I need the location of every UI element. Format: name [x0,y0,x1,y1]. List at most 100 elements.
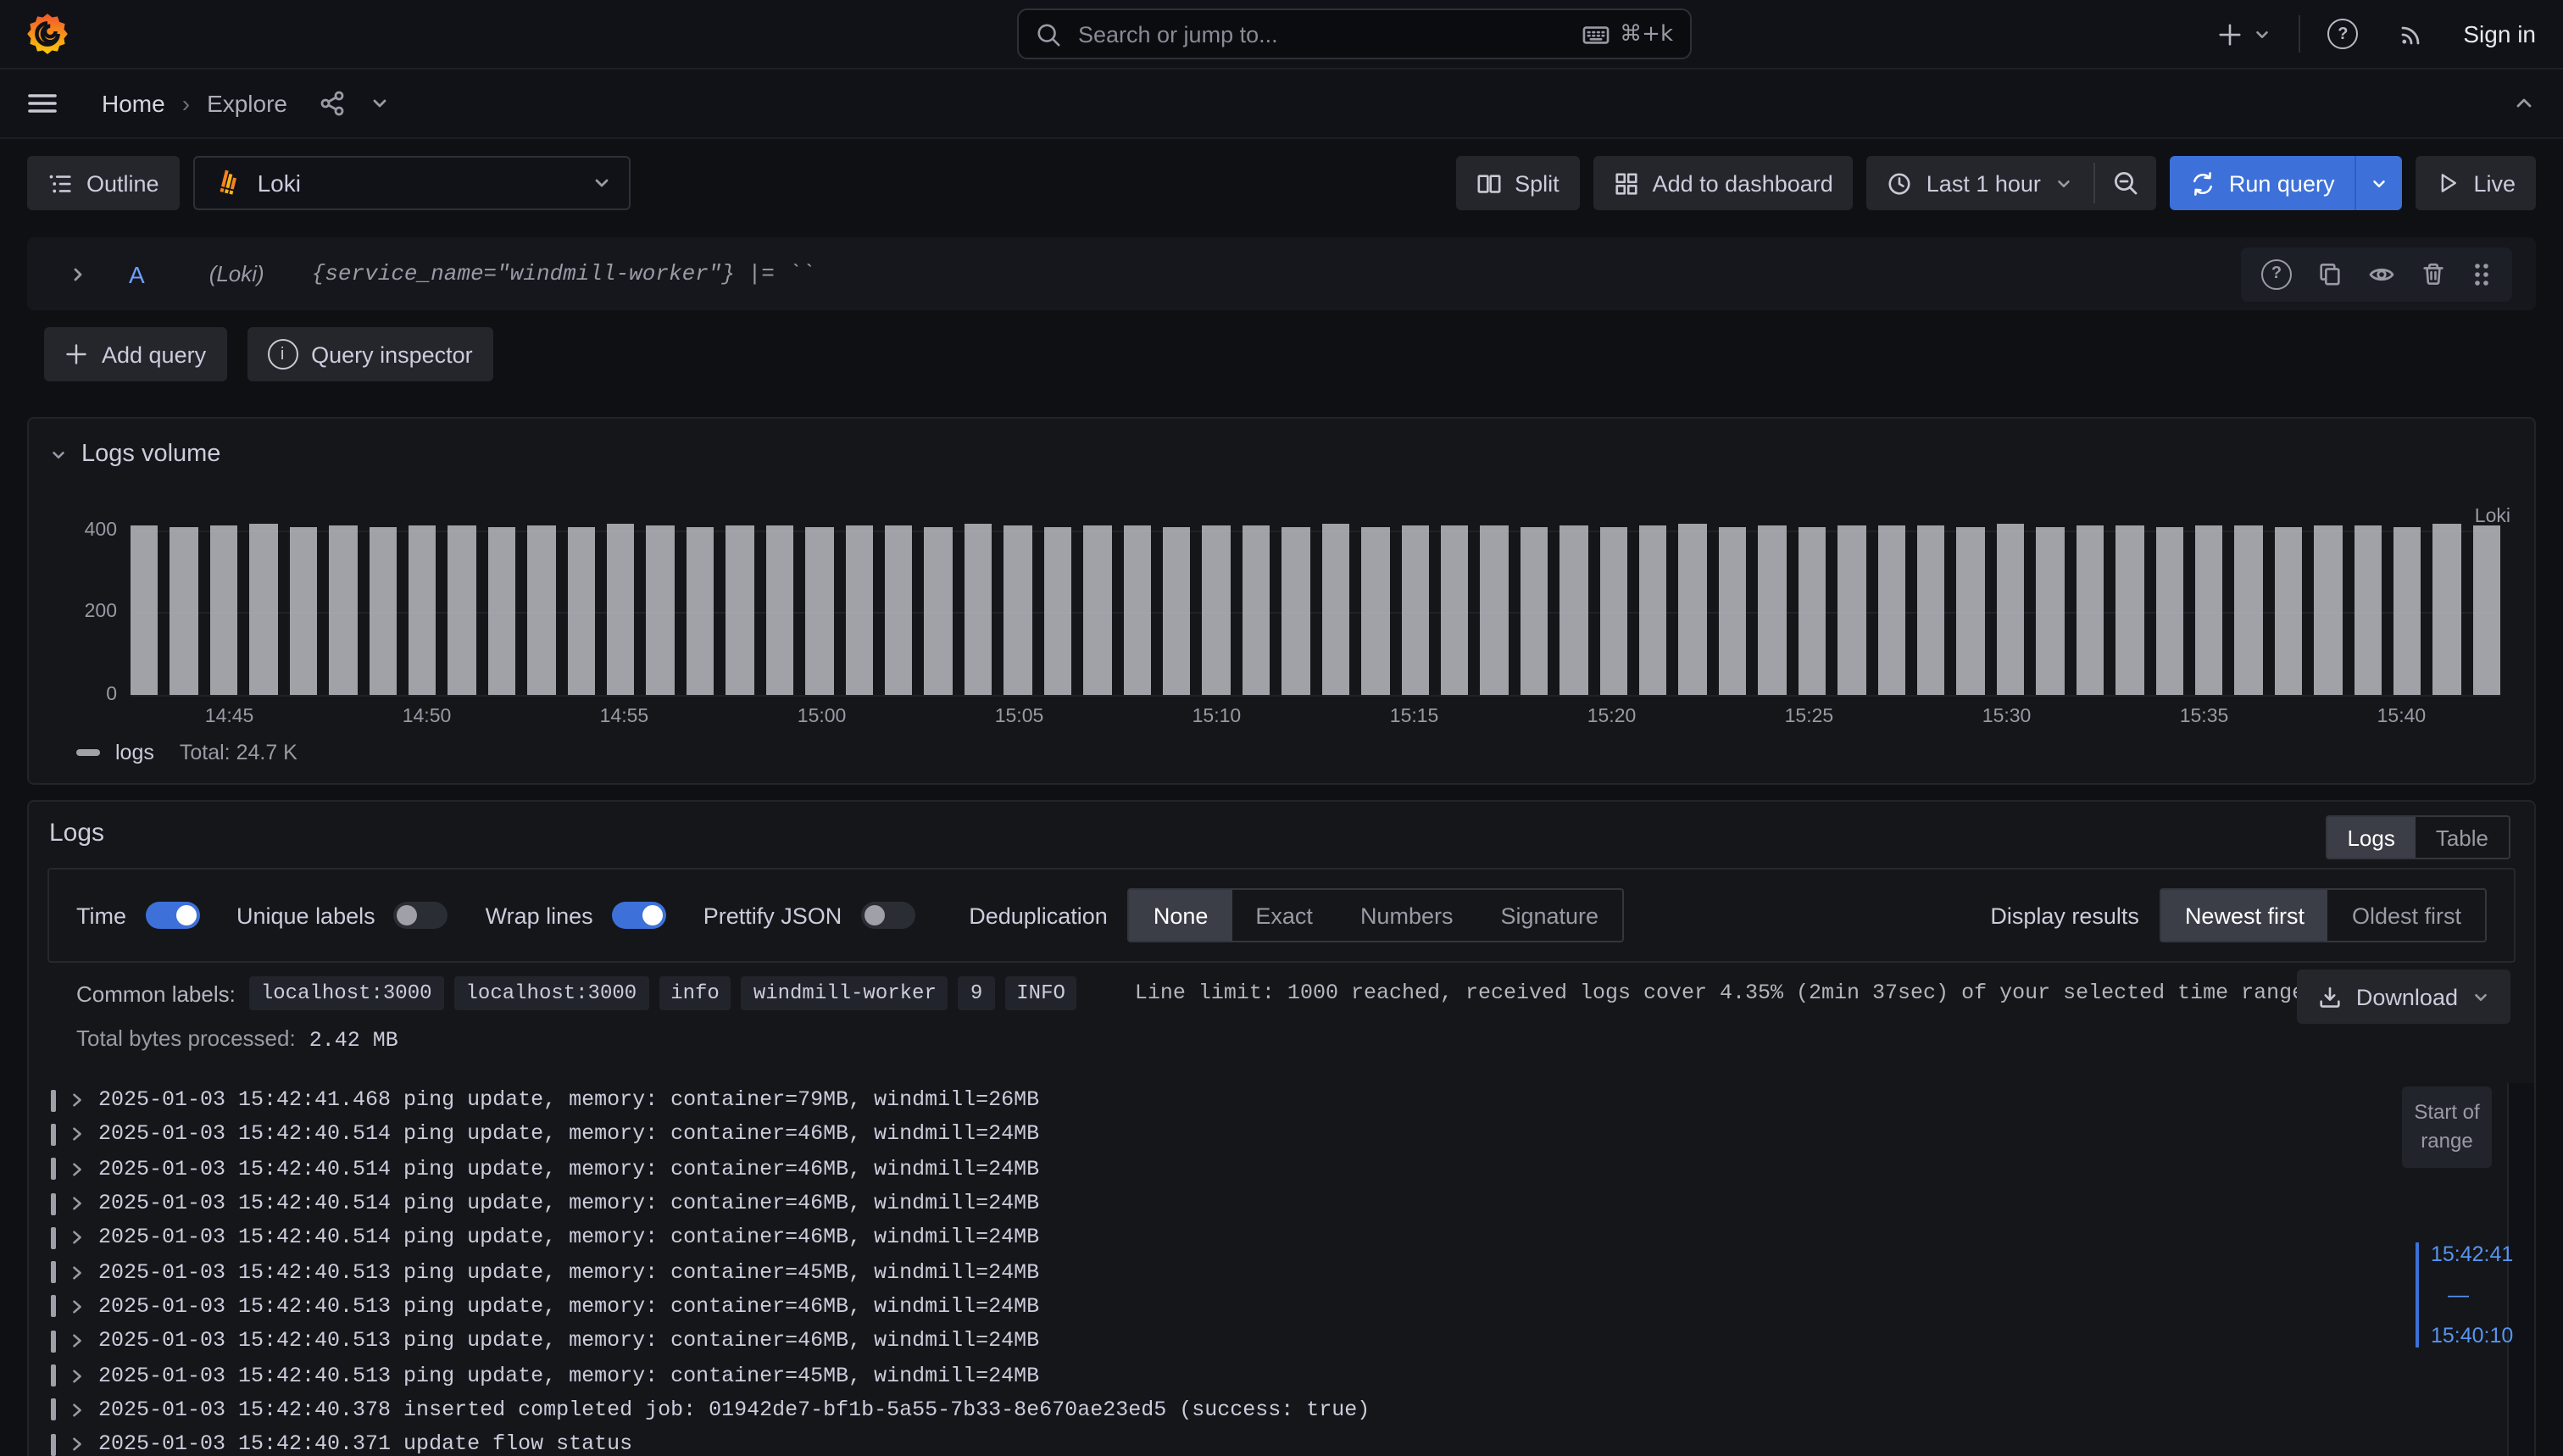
volume-bar[interactable] [2354,525,2382,695]
log-row[interactable]: 2025-01-03 15:42:40.514 ping update, mem… [31,1220,2507,1255]
volume-bar[interactable] [2155,527,2183,695]
collapse-chevron-up-icon[interactable] [2512,92,2536,115]
volume-bar[interactable] [1599,527,1627,695]
volume-bar[interactable] [1203,526,1231,695]
expand-chevron-icon[interactable] [69,1126,85,1143]
volume-bar[interactable] [885,525,913,695]
volume-bar[interactable] [1401,525,1429,695]
expand-chevron-icon[interactable] [69,1195,85,1212]
volume-bar[interactable] [1321,525,1349,695]
volume-bar[interactable] [2235,525,2263,695]
display-oldest-first[interactable]: Oldest first [2328,890,2485,941]
volume-bar[interactable] [409,525,436,695]
volume-bar[interactable] [1559,525,1587,695]
expand-chevron-icon[interactable] [69,1160,85,1177]
toggle-unique-labels[interactable] [394,902,448,929]
live-button[interactable]: Live [2416,156,2536,210]
expand-chevron-icon[interactable] [69,1092,85,1109]
help-button[interactable]: ? [2327,19,2358,49]
query-expression[interactable]: {service_name="windmill-worker"} |= `` [312,261,814,286]
news-rss-icon[interactable] [2399,20,2426,47]
dedup-signature[interactable]: Signature [1476,890,1622,941]
volume-bar[interactable] [329,525,357,695]
volume-bar[interactable] [965,524,992,695]
eye-icon[interactable] [2368,260,2395,287]
volume-bar[interactable] [2314,526,2342,695]
volume-bar[interactable] [2195,525,2223,695]
volume-bar[interactable] [845,526,873,695]
zoom-out-button[interactable] [2095,156,2156,210]
expand-chevron-icon[interactable] [69,1436,85,1453]
volume-bar[interactable] [1837,525,1865,695]
log-row[interactable]: 2025-01-03 15:42:40.514 ping update, mem… [31,1186,2507,1221]
search-input[interactable] [1075,19,1567,48]
share-icon[interactable] [318,90,345,117]
volume-bar[interactable] [488,527,516,695]
volume-bar[interactable] [210,526,238,695]
volume-bar[interactable] [1243,525,1270,695]
volume-bar[interactable] [2115,526,2143,695]
volume-bar[interactable] [1521,526,1548,695]
expand-chevron-icon[interactable] [69,1367,85,1384]
add-query-button[interactable]: Add query [44,327,226,381]
volume-bar[interactable] [925,526,953,695]
log-row[interactable]: 2025-01-03 15:42:40.513 ping update, mem… [31,1324,2507,1359]
search-box[interactable]: ⌘+k [1017,8,1692,59]
volume-bar[interactable] [1163,527,1191,695]
run-query-dropdown[interactable] [2355,156,2402,210]
display-newest-first[interactable]: Newest first [2161,890,2328,941]
dedup-numbers[interactable]: Numbers [1337,890,1477,941]
volume-bar[interactable] [1997,524,2025,695]
download-button[interactable]: Download [2297,970,2510,1024]
volume-bar[interactable] [2076,525,2104,695]
volume-bar[interactable] [607,525,635,695]
volume-bar[interactable] [2037,526,2065,695]
breadcrumb-home[interactable]: Home [102,90,165,117]
volume-bar[interactable] [2275,527,2303,695]
volume-bar[interactable] [250,524,278,695]
menu-toggle-icon[interactable] [27,90,58,117]
volume-bar[interactable] [1798,526,1826,695]
volume-bar[interactable] [805,527,833,695]
legend-series-name[interactable]: logs [115,741,154,764]
add-to-dashboard-button[interactable]: Add to dashboard [1593,156,1854,210]
datasource-picker[interactable]: Loki [193,156,631,210]
run-query-button[interactable]: Run query [2170,156,2355,210]
query-help-icon[interactable]: ? [2261,258,2292,289]
query-inspector-button[interactable]: i Query inspector [247,327,493,381]
volume-bar[interactable] [1083,525,1111,695]
toggle-prettify-json[interactable] [860,902,915,929]
log-row[interactable]: 2025-01-03 15:42:40.513 ping update, mem… [31,1359,2507,1393]
expand-chevron-icon[interactable] [69,1298,85,1315]
volume-bar[interactable] [1639,526,1667,695]
outline-button[interactable]: Outline [27,156,180,210]
trash-icon[interactable] [2421,261,2446,286]
log-row[interactable]: 2025-01-03 15:42:40.514 ping update, mem… [31,1152,2507,1186]
sign-in-button[interactable]: Sign in [2463,20,2536,47]
volume-bar[interactable] [1877,526,1905,695]
volume-bar[interactable] [1719,527,1747,695]
toggle-time[interactable] [145,902,199,929]
new-button[interactable] [2217,21,2271,47]
volume-bar[interactable] [1361,527,1389,695]
volume-bar[interactable] [527,525,555,695]
expand-chevron-icon[interactable] [69,1230,85,1247]
log-row[interactable]: 2025-01-03 15:42:41.468 ping update, mem… [31,1083,2507,1118]
volume-bar[interactable] [687,527,714,695]
volume-bar[interactable] [2393,526,2421,695]
volume-bar[interactable] [766,525,794,695]
volume-bar[interactable] [567,526,595,695]
log-row[interactable]: 2025-01-03 15:42:40.513 ping update, mem… [31,1255,2507,1290]
volume-bar[interactable] [2473,526,2501,695]
dedup-exact[interactable]: Exact [1231,890,1337,941]
volume-bar[interactable] [1759,525,1787,695]
volume-bar[interactable] [1004,526,1032,695]
dedup-none[interactable]: None [1130,890,1232,941]
volume-bar[interactable] [1441,526,1469,695]
volume-bar[interactable] [1679,525,1707,695]
log-row[interactable]: 2025-01-03 15:42:40.378 inserted complet… [31,1392,2507,1427]
volume-bar[interactable] [1043,527,1071,695]
log-row[interactable]: 2025-01-03 15:42:40.513 ping update, mem… [31,1290,2507,1325]
copy-icon[interactable] [2317,261,2343,286]
query-expand-chevron-icon[interactable] [68,264,88,284]
